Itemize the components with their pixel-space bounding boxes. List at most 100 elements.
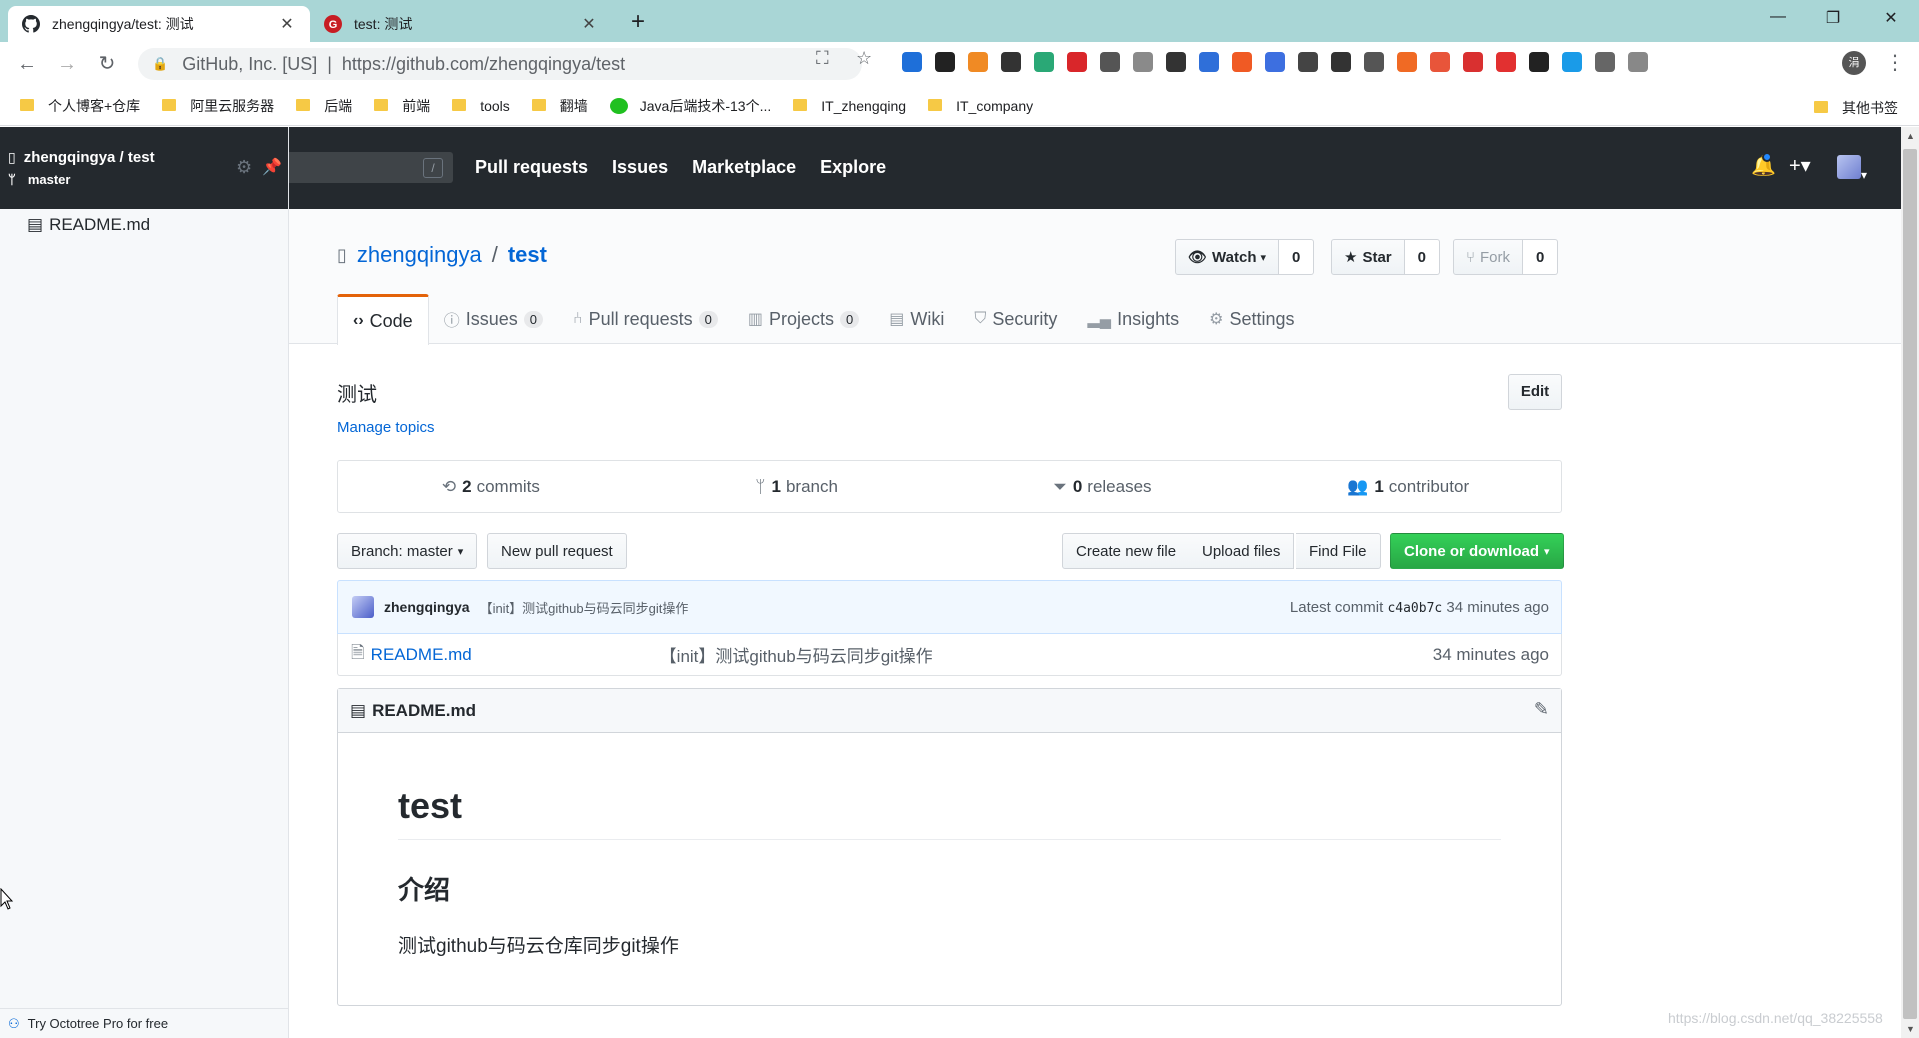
star-button[interactable]: ★ Star — [1331, 239, 1405, 275]
bookmark-item[interactable]: tools — [452, 98, 510, 114]
tab-security[interactable]: ⛉ Security — [959, 294, 1072, 344]
extension-icon[interactable] — [1430, 52, 1450, 72]
tab-issues[interactable]: ⓘ Issues 0 — [429, 294, 558, 344]
extension-icon[interactable] — [968, 52, 988, 72]
nav-marketplace[interactable]: Marketplace — [692, 157, 796, 178]
menu-kebab-icon[interactable]: ⋮ — [1885, 50, 1905, 75]
bookmark-item[interactable]: 翻墙 — [531, 96, 588, 116]
repo-name-link[interactable]: test — [508, 242, 547, 268]
octotree-file-item[interactable]: ▤ README.md — [27, 215, 150, 235]
commits-link[interactable]: ⟲ 2 commits — [338, 461, 644, 512]
extension-icon[interactable] — [1595, 52, 1615, 72]
new-pull-request-button[interactable]: New pull request — [487, 533, 627, 569]
watch-button[interactable]: 👁 Watch ▾ — [1175, 239, 1280, 275]
page-scrollbar[interactable]: ▲ ▼ — [1901, 127, 1919, 1038]
new-tab-button[interactable]: + — [624, 9, 652, 37]
fork-count[interactable]: 0 — [1523, 239, 1559, 275]
extension-icon[interactable] — [1298, 52, 1318, 72]
extension-icon[interactable] — [1562, 52, 1582, 72]
repo-owner-link[interactable]: zhengqingya — [357, 242, 482, 268]
fork-button[interactable]: ⑂ Fork — [1453, 239, 1524, 275]
extension-icon[interactable] — [1529, 52, 1549, 72]
nav-issues[interactable]: Issues — [612, 157, 668, 178]
extension-icon[interactable] — [1100, 52, 1120, 72]
forward-icon[interactable]: → — [53, 50, 81, 78]
close-icon[interactable]: ✕ — [278, 14, 296, 34]
extension-icon[interactable] — [1331, 52, 1351, 72]
clone-or-download-button[interactable]: Clone or download ▾ — [1390, 533, 1564, 569]
browser-tab-gitee[interactable]: G test: 测试 ✕ — [310, 6, 612, 42]
close-icon[interactable]: ✕ — [580, 14, 598, 34]
extension-icon[interactable] — [1034, 52, 1054, 72]
extension-icon[interactable] — [1133, 52, 1153, 72]
bookmark-item[interactable]: IT_company — [928, 98, 1033, 114]
reload-icon[interactable]: ↻ — [93, 50, 121, 78]
tab-settings[interactable]: ⚙ Settings — [1194, 294, 1309, 344]
extension-icon[interactable] — [1166, 52, 1186, 72]
pin-icon[interactable]: 📌 — [262, 157, 282, 177]
tab-wiki[interactable]: ▤ Wiki — [874, 294, 959, 344]
scrollbar-thumb[interactable] — [1903, 149, 1917, 1019]
tab-pull-requests[interactable]: ⑃ Pull requests 0 — [558, 294, 733, 344]
extension-icon[interactable] — [1496, 52, 1516, 72]
bookmark-item[interactable]: Java后端技术-13个... — [609, 96, 771, 116]
pencil-icon[interactable]: ✎ — [1534, 699, 1549, 720]
releases-link[interactable]: ⏷ 0 releases — [950, 461, 1256, 512]
manage-topics-link[interactable]: Manage topics — [337, 419, 435, 436]
upload-files-button[interactable]: Upload files — [1189, 533, 1295, 569]
octotree-repo[interactable]: zhengqingya / test — [24, 149, 155, 166]
contributors-link[interactable]: 👥 1 contributor — [1255, 461, 1561, 512]
extension-icon[interactable] — [935, 52, 955, 72]
extension-icon[interactable] — [1067, 52, 1087, 72]
profile-avatar[interactable]: 涓 — [1842, 51, 1866, 75]
extension-icon[interactable] — [1199, 52, 1219, 72]
find-file-button[interactable]: Find File — [1296, 533, 1381, 569]
extension-icon[interactable] — [902, 52, 922, 72]
tab-insights[interactable]: ▂▄ Insights — [1072, 294, 1194, 344]
gear-icon[interactable]: ⚙ — [236, 157, 252, 178]
create-new-file-button[interactable]: Create new file — [1062, 533, 1191, 569]
create-new-dropdown[interactable]: +▾ — [1789, 153, 1811, 178]
restore-icon[interactable]: ❐ — [1818, 8, 1848, 28]
edit-description-button[interactable]: Edit — [1508, 374, 1562, 410]
bookmark-item[interactable]: 前端 — [374, 96, 430, 116]
scroll-down-arrow-icon[interactable]: ▼ — [1906, 1024, 1915, 1034]
nav-pull-requests[interactable]: Pull requests — [475, 157, 588, 178]
bookmark-item[interactable]: IT_zhengqing — [793, 98, 906, 114]
branch-select-button[interactable]: Branch: master ▾ — [337, 533, 478, 569]
extension-icon[interactable] — [1001, 52, 1021, 72]
extension-icon[interactable] — [1364, 52, 1384, 72]
minimize-icon[interactable]: — — [1763, 8, 1793, 26]
bookmark-star-icon[interactable]: ☆ — [856, 48, 872, 69]
star-count[interactable]: 0 — [1404, 239, 1440, 275]
file-commit-message[interactable]: 【init】测试github与码云同步git操作 — [660, 642, 933, 667]
browser-tab-github[interactable]: zhengqingya/test: 测试 ✕ — [8, 6, 310, 42]
extension-icon[interactable] — [1463, 52, 1483, 72]
bookmark-item[interactable]: 个人博客+仓库 — [20, 96, 140, 116]
tab-code[interactable]: ‹› Code — [337, 294, 429, 345]
branches-link[interactable]: ᛘ 1 branch — [644, 461, 950, 512]
translate-icon[interactable]: ⛶ — [816, 48, 829, 69]
bookmark-item[interactable]: 阿里云服务器 — [162, 96, 274, 116]
extension-icon[interactable] — [1232, 52, 1252, 72]
commit-message[interactable]: 【init】测试github与码云同步git操作 — [480, 598, 689, 617]
extension-icon[interactable] — [1397, 52, 1417, 72]
watch-count[interactable]: 0 — [1279, 239, 1315, 275]
window-close-icon[interactable]: ✕ — [1876, 8, 1906, 28]
commit-sha[interactable]: c4a0b7c — [1387, 601, 1442, 616]
scroll-up-arrow-icon[interactable]: ▲ — [1906, 131, 1915, 141]
extension-icon[interactable] — [1628, 52, 1648, 72]
file-name-link[interactable]: README.md — [371, 645, 660, 665]
octotree-pro-link[interactable]: ⚇ Try Octotree Pro for free — [0, 1008, 289, 1038]
extension-icon[interactable] — [1265, 52, 1285, 72]
bookmark-item[interactable]: 后端 — [296, 96, 352, 116]
user-avatar-dropdown[interactable]: ▾ — [1837, 155, 1867, 185]
address-bar[interactable]: 🔒 GitHub, Inc. [US] | https://github.com… — [138, 48, 862, 80]
tab-projects[interactable]: ▥ Projects 0 — [733, 294, 874, 344]
commit-author[interactable]: zhengqingya — [384, 599, 470, 615]
search-input[interactable]: / — [289, 152, 453, 183]
folder-icon — [162, 98, 177, 111]
back-icon[interactable]: ← — [13, 50, 41, 78]
nav-explore[interactable]: Explore — [820, 157, 886, 178]
other-bookmarks[interactable]: 其他书签 — [1814, 98, 1898, 118]
